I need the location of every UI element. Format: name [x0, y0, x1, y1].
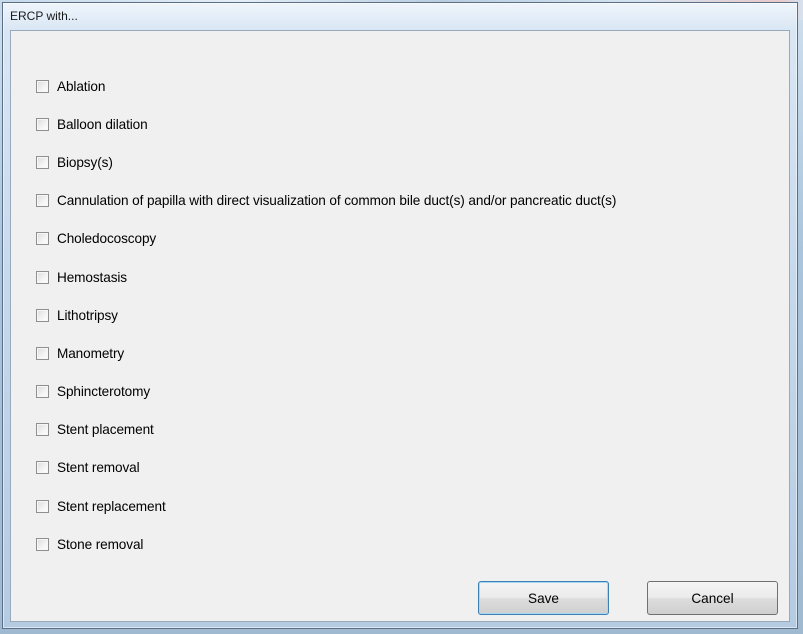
- checklist-item-stent-removal[interactable]: Stent removal: [36, 449, 616, 487]
- checklist-item-stent-placement[interactable]: Stent placement: [36, 411, 616, 449]
- checkbox[interactable]: [36, 346, 49, 360]
- checkbox[interactable]: [36, 194, 49, 208]
- checklist-item-hemostasis[interactable]: Hemostasis: [36, 258, 616, 296]
- checkbox-label: Manometry: [57, 345, 125, 361]
- cancel-button[interactable]: Cancel: [647, 581, 778, 615]
- procedure-checklist: Ablation Balloon dilation Biopsy(s) Cann…: [36, 67, 616, 563]
- checklist-item-cannulation[interactable]: Cannulation of papilla with direct visua…: [36, 182, 616, 220]
- checkbox[interactable]: [36, 117, 49, 131]
- checklist-item-stent-replacement[interactable]: Stent replacement: [36, 487, 616, 525]
- checklist-item-lithotripsy[interactable]: Lithotripsy: [36, 296, 616, 334]
- checkbox-label: Stone removal: [57, 536, 144, 552]
- checkbox-label: Stent placement: [57, 422, 154, 438]
- checklist-item-ablation[interactable]: Ablation: [36, 67, 616, 105]
- checkbox[interactable]: [36, 155, 49, 169]
- checkbox[interactable]: [36, 232, 49, 246]
- checkbox[interactable]: [36, 385, 49, 399]
- checklist-item-balloon-dilation[interactable]: Balloon dilation: [36, 105, 616, 143]
- checkbox[interactable]: [36, 308, 49, 322]
- checklist-item-biopsy[interactable]: Biopsy(s): [36, 143, 616, 181]
- checkbox[interactable]: [36, 423, 49, 437]
- dialog-titlebar[interactable]: ERCP with...: [3, 3, 797, 29]
- checkbox-label: Ablation: [57, 78, 106, 94]
- checklist-item-choledocoscopy[interactable]: Choledocoscopy: [36, 220, 616, 258]
- checkbox[interactable]: [36, 79, 49, 93]
- dialog-title: ERCP with...: [10, 9, 78, 23]
- checkbox-label: Choledocoscopy: [57, 231, 157, 247]
- checklist-item-sphincterotomy[interactable]: Sphincterotomy: [36, 373, 616, 411]
- checkbox[interactable]: [36, 270, 49, 284]
- checkbox-label: Hemostasis: [57, 269, 128, 285]
- checkbox-label: Stent replacement: [57, 498, 166, 514]
- checkbox-label: Stent removal: [57, 460, 140, 476]
- checklist-item-stone-removal[interactable]: Stone removal: [36, 525, 616, 563]
- checkbox[interactable]: [36, 537, 49, 551]
- checkbox-label: Cannulation of papilla with direct visua…: [57, 193, 617, 209]
- checkbox[interactable]: [36, 461, 49, 475]
- checkbox[interactable]: [36, 499, 49, 513]
- checkbox-label: Lithotripsy: [57, 307, 118, 323]
- checklist-item-manometry[interactable]: Manometry: [36, 334, 616, 372]
- checkbox-label: Biopsy(s): [57, 154, 113, 170]
- checkbox-label: Balloon dilation: [57, 116, 148, 132]
- save-button[interactable]: Save: [478, 581, 609, 615]
- dialog-client-area: Ablation Balloon dilation Biopsy(s) Cann…: [10, 30, 790, 622]
- checkbox-label: Sphincterotomy: [57, 384, 151, 400]
- ercp-dialog-window: ERCP with... Ablation Balloon dilation B…: [2, 2, 798, 629]
